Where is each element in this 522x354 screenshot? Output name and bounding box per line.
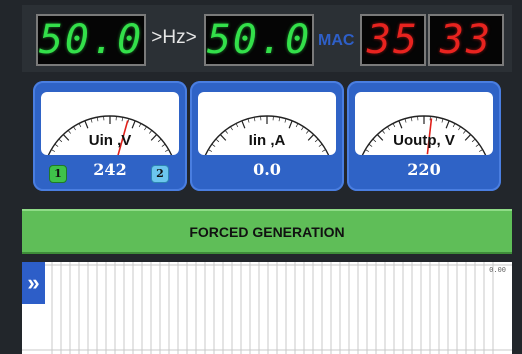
dial-tick bbox=[398, 120, 403, 129]
double-chevron-right-icon: » bbox=[27, 270, 40, 295]
dial-tick bbox=[241, 120, 246, 129]
input-current-reading: 0.0 bbox=[253, 160, 281, 179]
output-frequency-display: 50.0 bbox=[204, 14, 314, 66]
input-current-dial: Iin ,A bbox=[198, 92, 336, 155]
mac-label: MAC bbox=[318, 32, 355, 49]
timer-seconds-display: 33 bbox=[428, 14, 504, 66]
output-voltage-dial: Uoutp, V bbox=[355, 92, 493, 155]
dial-tick bbox=[445, 120, 450, 129]
timer-minutes-value: 35 bbox=[366, 17, 420, 63]
timer-seconds-value: 33 bbox=[439, 17, 493, 63]
output-voltage-meter: Uoutp, V 220 bbox=[347, 81, 501, 191]
plot-grid bbox=[22, 262, 512, 354]
input-voltage-dial: Uin ,V bbox=[41, 92, 179, 155]
input-voltage-label: Uin ,V bbox=[88, 132, 132, 149]
frequency-unit-label: >Hz> bbox=[151, 27, 197, 48]
dial-tick bbox=[288, 120, 293, 129]
output-voltage-reading: 220 bbox=[407, 160, 441, 179]
waveform-plot: 0.00 bbox=[22, 262, 512, 354]
dial-tick bbox=[131, 120, 136, 129]
input-voltage-meter: Uin ,V 1 242 2 bbox=[33, 81, 187, 191]
plot-max-label: 0.00 bbox=[489, 266, 506, 274]
input-current-meter: Iin ,A 0.0 bbox=[190, 81, 344, 191]
input-frequency-value: 50.0 bbox=[38, 17, 144, 63]
timer-minutes-display: 35 bbox=[360, 14, 426, 66]
top-status-bar: 50.0 >Hz> 50.0 MAC 35 33 bbox=[22, 5, 512, 72]
input-current-label: Iin ,A bbox=[248, 132, 286, 149]
output-voltage-label: Uoutp, V bbox=[393, 132, 455, 149]
input-frequency-display: 50.0 bbox=[36, 14, 146, 66]
expand-panel-button[interactable]: » bbox=[22, 262, 45, 304]
output-frequency-value: 50.0 bbox=[206, 17, 312, 63]
forced-generation-banner[interactable]: FORCED GENERATION bbox=[22, 209, 512, 254]
phase-2-badge[interactable]: 2 bbox=[151, 165, 169, 183]
dial-tick bbox=[84, 120, 89, 129]
